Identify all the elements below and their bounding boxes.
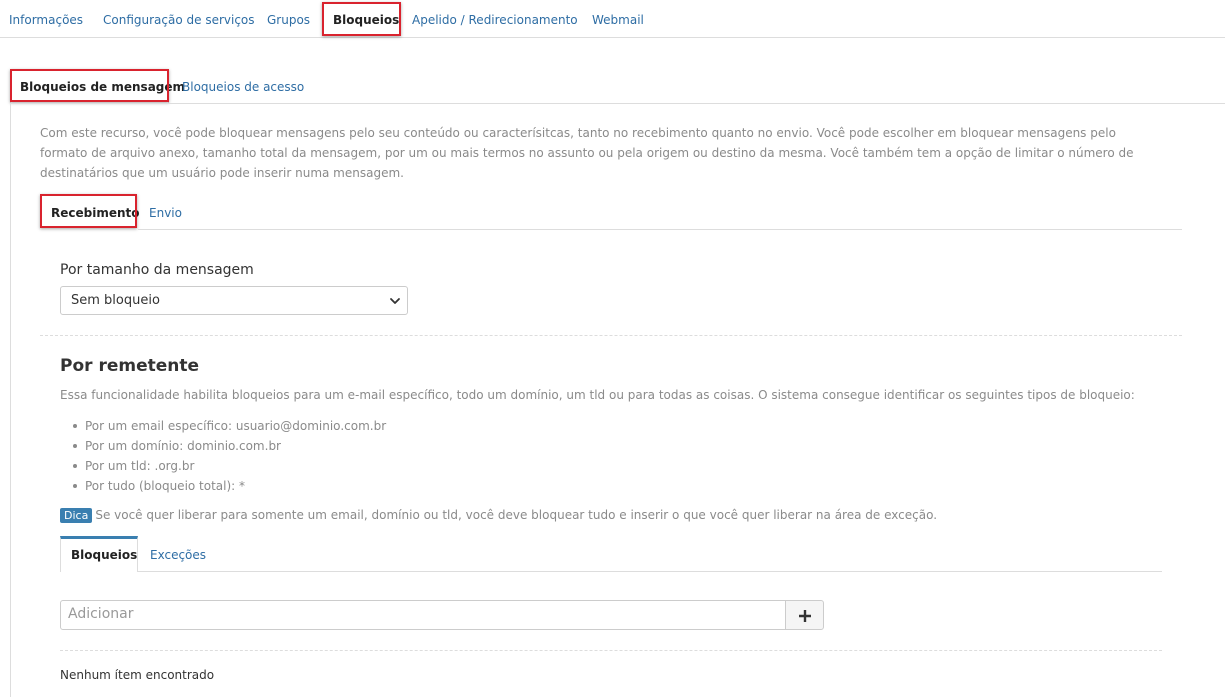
tip-badge: Dica (60, 508, 93, 523)
tab-recebimento[interactable]: Recebimento (51, 206, 140, 220)
bullet-icon (73, 464, 77, 468)
tab-excecoes[interactable]: Exceções (150, 548, 206, 562)
tab-bloqueios[interactable]: Bloqueios (333, 13, 399, 27)
plus-icon (799, 610, 811, 622)
list-item: Por um email específico: usuario@dominio… (70, 416, 386, 436)
tab-apelido-redirecionamento[interactable]: Apelido / Redirecionamento (412, 13, 578, 27)
list-item-text: Por um email específico: usuario@dominio… (85, 419, 387, 433)
tab-grupos[interactable]: Grupos (267, 13, 310, 27)
add-input[interactable]: Adicionar (60, 600, 786, 630)
bullet-icon (73, 424, 77, 428)
tab-webmail[interactable]: Webmail (592, 13, 644, 27)
add-button[interactable] (785, 600, 824, 630)
sender-block-description: Essa funcionalidade habilita bloqueios p… (60, 388, 1135, 402)
tip-row: Dica Se você quer liberar para somente um… (60, 508, 937, 523)
top-navigation: Informações Configuração de serviços Gru… (0, 0, 1225, 38)
block-types-list: Por um email específico: usuario@dominio… (70, 416, 386, 496)
section-divider (40, 335, 1182, 336)
bullet-icon (73, 444, 77, 448)
tab-informacoes[interactable]: Informações (9, 13, 83, 27)
size-block-selected-value: Sem bloqueio (71, 293, 160, 308)
size-block-label: Por tamanho da mensagem (60, 262, 254, 278)
tab-bloqueios-lista[interactable]: Bloqueios (71, 548, 137, 562)
list-item: Por um domínio: dominio.com.br (70, 436, 386, 456)
bullet-icon (73, 484, 77, 488)
list-item: Por um tld: .org.br (70, 456, 386, 476)
empty-message: Nenhum ítem encontrado (60, 668, 215, 682)
list-item: Por tudo (bloqueio total): * (70, 476, 386, 496)
tab-configuracao-servicos[interactable]: Configuração de serviços (103, 13, 255, 27)
sender-block-title: Por remetente (60, 356, 200, 376)
list-item-text: Por tudo (bloqueio total): * (85, 479, 246, 493)
tip-text: Se você quer liberar para somente um ema… (95, 508, 938, 522)
intro-text: Com este recurso, você pode bloquear men… (40, 126, 1134, 180)
list-divider (60, 650, 1162, 651)
list-item-text: Por um tld: .org.br (85, 459, 195, 473)
tab-bloqueios-acesso[interactable]: Bloqueios de acesso (182, 80, 304, 94)
tab-envio[interactable]: Envio (149, 206, 182, 220)
size-block-select[interactable]: Sem bloqueio (60, 286, 408, 315)
tab-bloqueios-mensagem[interactable]: Bloqueios de mensagem (20, 80, 185, 94)
inner-tabs-divider (138, 571, 1162, 572)
direction-tabs-divider (138, 229, 1182, 230)
chevron-down-icon (390, 298, 400, 304)
list-item-text: Por um domínio: dominio.com.br (85, 439, 281, 453)
